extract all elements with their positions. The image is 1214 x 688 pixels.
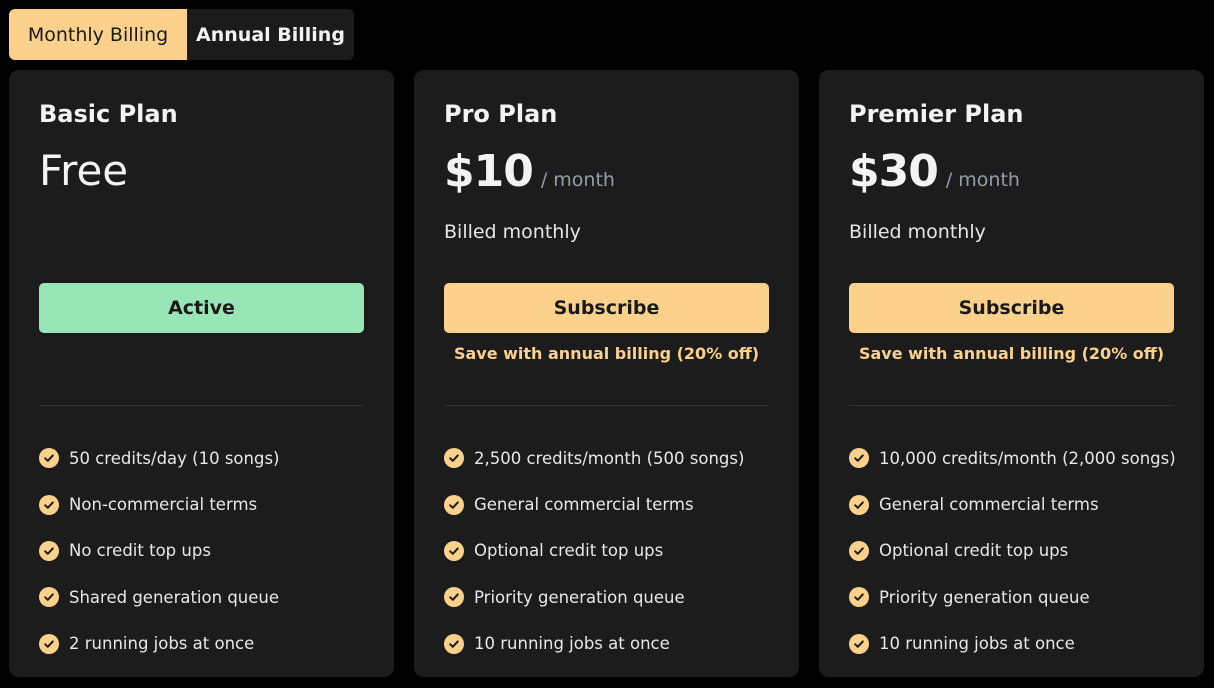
check-circle-icon <box>849 633 869 654</box>
feature-text: Shared generation queue <box>69 587 280 607</box>
check-circle-icon <box>444 633 464 654</box>
feature-item: 50 credits/day (10 songs) <box>39 435 280 481</box>
feature-item: Non-commercial terms <box>39 481 280 527</box>
divider <box>444 405 769 406</box>
feature-item: Optional credit top ups <box>444 528 744 574</box>
check-circle-icon <box>39 587 59 608</box>
check-circle-icon <box>849 494 869 515</box>
check-circle-icon <box>39 633 59 654</box>
feature-text: 2 running jobs at once <box>69 634 255 654</box>
billing-frequency: Billed monthly <box>849 221 986 243</box>
annual-billing-tab[interactable]: Annual Billing <box>187 9 354 60</box>
feature-text: 50 credits/day (10 songs) <box>69 448 280 468</box>
plan-name: Pro Plan <box>444 100 558 128</box>
feature-text: 10 running jobs at once <box>474 634 670 654</box>
feature-item: No credit top ups <box>39 528 280 574</box>
annual-savings-note[interactable]: Save with annual billing (20% off) <box>444 344 769 363</box>
check-circle-icon <box>849 540 869 561</box>
divider <box>39 405 364 406</box>
annual-savings-note[interactable]: Save with annual billing (20% off) <box>849 344 1174 363</box>
feature-item: 10,000 credits/month (2,000 songs) <box>849 435 1176 481</box>
feature-item: Optional credit top ups <box>849 528 1176 574</box>
plan-card-basic: Basic Plan Free Active 50 credits/day (1… <box>9 70 394 677</box>
feature-item: 10 running jobs at once <box>849 621 1176 667</box>
feature-item: 2 running jobs at once <box>39 621 280 667</box>
billing-frequency: Billed monthly <box>444 221 581 243</box>
price-row: $30 / month <box>849 146 1020 197</box>
plan-price: $30 <box>849 146 939 197</box>
check-circle-icon <box>444 494 464 515</box>
feature-text: 10 running jobs at once <box>879 634 1075 654</box>
subscribe-button[interactable]: Subscribe <box>444 283 769 333</box>
check-circle-icon <box>849 448 869 469</box>
check-circle-icon <box>849 587 869 608</box>
subscribe-button[interactable]: Subscribe <box>849 283 1174 333</box>
feature-item: General commercial terms <box>849 481 1176 527</box>
check-circle-icon <box>39 540 59 561</box>
feature-text: Optional credit top ups <box>474 541 664 561</box>
feature-text: General commercial terms <box>474 495 694 515</box>
price-row: $10 / month <box>444 146 615 197</box>
feature-text: No credit top ups <box>69 541 211 561</box>
feature-item: General commercial terms <box>444 481 744 527</box>
billing-toggle: Monthly Billing Annual Billing <box>9 9 354 60</box>
check-circle-icon <box>39 448 59 469</box>
feature-text: Non-commercial terms <box>69 495 258 515</box>
price-row: Free <box>39 146 128 195</box>
feature-text: Priority generation queue <box>474 587 685 607</box>
plan-price: $10 <box>444 146 534 197</box>
divider <box>849 405 1174 406</box>
feature-text: 10,000 credits/month (2,000 songs) <box>879 448 1176 468</box>
feature-text: Priority generation queue <box>879 587 1090 607</box>
feature-list: 50 credits/day (10 songs) Non-commercial… <box>39 435 280 667</box>
feature-item: Priority generation queue <box>444 574 744 620</box>
feature-item: 10 running jobs at once <box>444 621 744 667</box>
feature-item: Priority generation queue <box>849 574 1176 620</box>
plan-card-premier: Premier Plan $30 / month Billed monthly … <box>819 70 1204 677</box>
check-circle-icon <box>444 540 464 561</box>
price-unit: / month <box>540 169 615 191</box>
check-circle-icon <box>39 494 59 515</box>
feature-list: 10,000 credits/month (2,000 songs) Gener… <box>849 435 1176 667</box>
feature-item: Shared generation queue <box>39 574 280 620</box>
plan-price: Free <box>39 146 129 195</box>
active-button[interactable]: Active <box>39 283 364 333</box>
check-circle-icon <box>444 448 464 469</box>
feature-text: General commercial terms <box>879 495 1099 515</box>
monthly-billing-tab[interactable]: Monthly Billing <box>9 9 187 60</box>
feature-text: 2,500 credits/month (500 songs) <box>474 448 745 468</box>
feature-text: Optional credit top ups <box>879 541 1069 561</box>
feature-item: 2,500 credits/month (500 songs) <box>444 435 744 481</box>
price-unit: / month <box>945 169 1020 191</box>
plan-name: Basic Plan <box>39 100 178 128</box>
plan-card-pro: Pro Plan $10 / month Billed monthly Subs… <box>414 70 799 677</box>
check-circle-icon <box>444 587 464 608</box>
plan-name: Premier Plan <box>849 100 1024 128</box>
feature-list: 2,500 credits/month (500 songs) General … <box>444 435 744 667</box>
